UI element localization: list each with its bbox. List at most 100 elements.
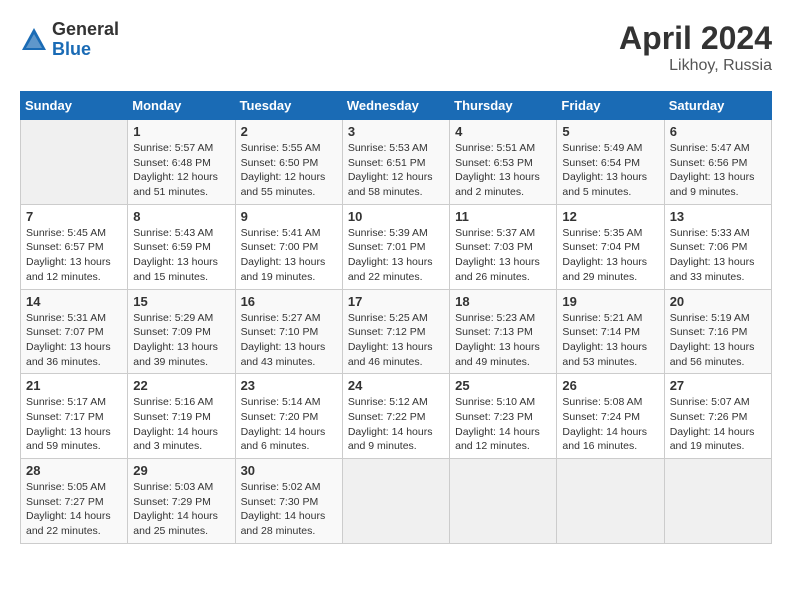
- calendar-cell: 9 Sunrise: 5:41 AM Sunset: 7:00 PM Daylig…: [235, 204, 342, 289]
- month-year: April 2024: [619, 20, 772, 57]
- day-header-thursday: Thursday: [450, 92, 557, 120]
- day-number: 15: [133, 294, 229, 309]
- day-number: 26: [562, 378, 658, 393]
- calendar-cell: 25 Sunrise: 5:10 AM Sunset: 7:23 PM Dayli…: [450, 374, 557, 459]
- day-number: 28: [26, 463, 122, 478]
- calendar-cell: 14 Sunrise: 5:31 AM Sunset: 7:07 PM Dayli…: [21, 289, 128, 374]
- location: Likhoy, Russia: [619, 57, 772, 75]
- calendar-week-row: 21 Sunrise: 5:17 AM Sunset: 7:17 PM Dayli…: [21, 374, 772, 459]
- calendar-cell: 24 Sunrise: 5:12 AM Sunset: 7:22 PM Dayli…: [342, 374, 449, 459]
- calendar-cell: 20 Sunrise: 5:19 AM Sunset: 7:16 PM Dayli…: [664, 289, 771, 374]
- day-info: Sunrise: 5:29 AM Sunset: 7:09 PM Dayligh…: [133, 311, 229, 370]
- day-header-saturday: Saturday: [664, 92, 771, 120]
- day-number: 29: [133, 463, 229, 478]
- day-number: 2: [241, 124, 337, 139]
- calendar-cell: 8 Sunrise: 5:43 AM Sunset: 6:59 PM Daylig…: [128, 204, 235, 289]
- calendar-cell: 28 Sunrise: 5:05 AM Sunset: 7:27 PM Dayli…: [21, 459, 128, 544]
- day-header-sunday: Sunday: [21, 92, 128, 120]
- calendar-cell: [450, 459, 557, 544]
- day-info: Sunrise: 5:49 AM Sunset: 6:54 PM Dayligh…: [562, 141, 658, 200]
- day-number: 3: [348, 124, 444, 139]
- day-header-tuesday: Tuesday: [235, 92, 342, 120]
- calendar-cell: 23 Sunrise: 5:14 AM Sunset: 7:20 PM Dayli…: [235, 374, 342, 459]
- day-info: Sunrise: 5:31 AM Sunset: 7:07 PM Dayligh…: [26, 311, 122, 370]
- day-number: 4: [455, 124, 551, 139]
- day-info: Sunrise: 5:39 AM Sunset: 7:01 PM Dayligh…: [348, 226, 444, 285]
- logo-text: General Blue: [52, 20, 119, 60]
- day-info: Sunrise: 5:12 AM Sunset: 7:22 PM Dayligh…: [348, 395, 444, 454]
- day-number: 20: [670, 294, 766, 309]
- calendar-cell: 4 Sunrise: 5:51 AM Sunset: 6:53 PM Daylig…: [450, 120, 557, 205]
- calendar-cell: 29 Sunrise: 5:03 AM Sunset: 7:29 PM Dayli…: [128, 459, 235, 544]
- logo-icon: [20, 26, 48, 54]
- day-number: 24: [348, 378, 444, 393]
- calendar-cell: 11 Sunrise: 5:37 AM Sunset: 7:03 PM Dayli…: [450, 204, 557, 289]
- day-info: Sunrise: 5:37 AM Sunset: 7:03 PM Dayligh…: [455, 226, 551, 285]
- day-number: 19: [562, 294, 658, 309]
- calendar-week-row: 1Sunrise: 5:57 AM Sunset: 6:48 PM Daylig…: [21, 120, 772, 205]
- calendar-cell: 26 Sunrise: 5:08 AM Sunset: 7:24 PM Dayli…: [557, 374, 664, 459]
- day-number: 13: [670, 209, 766, 224]
- day-info: Sunrise: 5:51 AM Sunset: 6:53 PM Dayligh…: [455, 141, 551, 200]
- day-info: Sunrise: 5:53 AM Sunset: 6:51 PM Dayligh…: [348, 141, 444, 200]
- day-number: 7: [26, 209, 122, 224]
- day-number: 14: [26, 294, 122, 309]
- calendar-week-row: 7 Sunrise: 5:45 AM Sunset: 6:57 PM Daylig…: [21, 204, 772, 289]
- calendar-cell: 12Sunrise: 5:35 AM Sunset: 7:04 PM Dayli…: [557, 204, 664, 289]
- logo: General Blue: [20, 20, 119, 60]
- calendar-cell: [342, 459, 449, 544]
- day-number: 11: [455, 209, 551, 224]
- calendar-cell: 30Sunrise: 5:02 AM Sunset: 7:30 PM Dayli…: [235, 459, 342, 544]
- day-info: Sunrise: 5:08 AM Sunset: 7:24 PM Dayligh…: [562, 395, 658, 454]
- day-number: 17: [348, 294, 444, 309]
- calendar-week-row: 14 Sunrise: 5:31 AM Sunset: 7:07 PM Dayli…: [21, 289, 772, 374]
- calendar-week-row: 28 Sunrise: 5:05 AM Sunset: 7:27 PM Dayli…: [21, 459, 772, 544]
- day-info: Sunrise: 5:47 AM Sunset: 6:56 PM Dayligh…: [670, 141, 766, 200]
- calendar-cell: 1Sunrise: 5:57 AM Sunset: 6:48 PM Daylig…: [128, 120, 235, 205]
- calendar-cell: 21 Sunrise: 5:17 AM Sunset: 7:17 PM Dayli…: [21, 374, 128, 459]
- page-header: General Blue April 2024 Likhoy, Russia: [20, 20, 772, 75]
- day-number: 25: [455, 378, 551, 393]
- day-info: Sunrise: 5:17 AM Sunset: 7:17 PM Dayligh…: [26, 395, 122, 454]
- day-info: Sunrise: 5:43 AM Sunset: 6:59 PM Dayligh…: [133, 226, 229, 285]
- calendar-cell: 16Sunrise: 5:27 AM Sunset: 7:10 PM Dayli…: [235, 289, 342, 374]
- day-info: Sunrise: 5:10 AM Sunset: 7:23 PM Dayligh…: [455, 395, 551, 454]
- calendar-cell: 2 Sunrise: 5:55 AM Sunset: 6:50 PM Daylig…: [235, 120, 342, 205]
- day-info: Sunrise: 5:23 AM Sunset: 7:13 PM Dayligh…: [455, 311, 551, 370]
- title-block: April 2024 Likhoy, Russia: [619, 20, 772, 75]
- calendar-cell: 7 Sunrise: 5:45 AM Sunset: 6:57 PM Daylig…: [21, 204, 128, 289]
- day-info: Sunrise: 5:33 AM Sunset: 7:06 PM Dayligh…: [670, 226, 766, 285]
- day-info: Sunrise: 5:57 AM Sunset: 6:48 PM Dayligh…: [133, 141, 229, 200]
- day-number: 22: [133, 378, 229, 393]
- day-info: Sunrise: 5:27 AM Sunset: 7:10 PM Dayligh…: [241, 311, 337, 370]
- day-info: Sunrise: 5:45 AM Sunset: 6:57 PM Dayligh…: [26, 226, 122, 285]
- calendar-table: SundayMondayTuesdayWednesdayThursdayFrid…: [20, 91, 772, 544]
- logo-general: General: [52, 20, 119, 40]
- day-number: 21: [26, 378, 122, 393]
- calendar-cell: 5Sunrise: 5:49 AM Sunset: 6:54 PM Daylig…: [557, 120, 664, 205]
- day-info: Sunrise: 5:19 AM Sunset: 7:16 PM Dayligh…: [670, 311, 766, 370]
- calendar-cell: 3 Sunrise: 5:53 AM Sunset: 6:51 PM Daylig…: [342, 120, 449, 205]
- day-info: Sunrise: 5:05 AM Sunset: 7:27 PM Dayligh…: [26, 480, 122, 539]
- day-info: Sunrise: 5:14 AM Sunset: 7:20 PM Dayligh…: [241, 395, 337, 454]
- day-number: 23: [241, 378, 337, 393]
- day-info: Sunrise: 5:55 AM Sunset: 6:50 PM Dayligh…: [241, 141, 337, 200]
- day-info: Sunrise: 5:41 AM Sunset: 7:00 PM Dayligh…: [241, 226, 337, 285]
- calendar-cell: 17 Sunrise: 5:25 AM Sunset: 7:12 PM Dayli…: [342, 289, 449, 374]
- day-number: 9: [241, 209, 337, 224]
- calendar-cell: 22Sunrise: 5:16 AM Sunset: 7:19 PM Dayli…: [128, 374, 235, 459]
- day-info: Sunrise: 5:02 AM Sunset: 7:30 PM Dayligh…: [241, 480, 337, 539]
- day-number: 8: [133, 209, 229, 224]
- calendar-cell: 15 Sunrise: 5:29 AM Sunset: 7:09 PM Dayli…: [128, 289, 235, 374]
- day-info: Sunrise: 5:25 AM Sunset: 7:12 PM Dayligh…: [348, 311, 444, 370]
- calendar-cell: 10Sunrise: 5:39 AM Sunset: 7:01 PM Dayli…: [342, 204, 449, 289]
- calendar-cell: 18 Sunrise: 5:23 AM Sunset: 7:13 PM Dayli…: [450, 289, 557, 374]
- day-header-wednesday: Wednesday: [342, 92, 449, 120]
- day-number: 18: [455, 294, 551, 309]
- day-number: 27: [670, 378, 766, 393]
- day-header-monday: Monday: [128, 92, 235, 120]
- calendar-cell: 19 Sunrise: 5:21 AM Sunset: 7:14 PM Dayli…: [557, 289, 664, 374]
- day-info: Sunrise: 5:03 AM Sunset: 7:29 PM Dayligh…: [133, 480, 229, 539]
- day-info: Sunrise: 5:21 AM Sunset: 7:14 PM Dayligh…: [562, 311, 658, 370]
- calendar-cell: [21, 120, 128, 205]
